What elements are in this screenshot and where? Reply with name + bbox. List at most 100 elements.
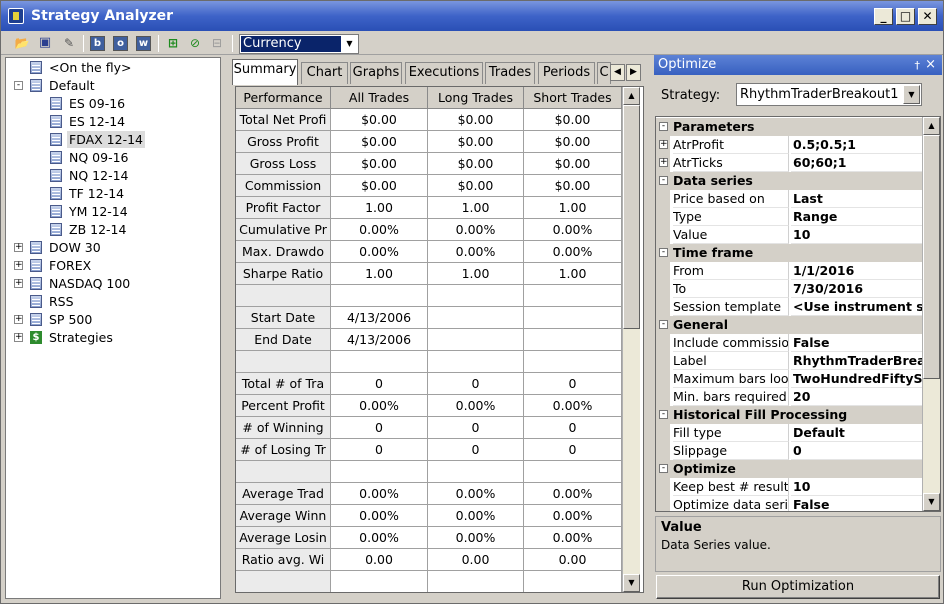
property-row[interactable]: + AtrTicks 60;60;1 <box>656 154 922 172</box>
property-value[interactable]: Last <box>791 190 922 208</box>
scroll-down-icon[interactable]: ▼ <box>923 493 940 511</box>
property-category[interactable]: - Data series <box>656 172 922 190</box>
tree-item[interactable]: + $ Strategies <box>6 329 218 346</box>
tree-item[interactable]: ZB 12-14 <box>6 221 218 238</box>
property-value[interactable]: 1/1/2016 <box>791 262 922 280</box>
currency-dropdown[interactable]: Currency ▼ <box>239 34 359 54</box>
scroll-thumb[interactable] <box>623 105 640 329</box>
property-row[interactable]: From 1/1/2016 <box>656 262 922 280</box>
close-icon[interactable]: × <box>925 55 936 74</box>
property-value[interactable]: False <box>791 334 922 352</box>
scroll-up-icon[interactable]: ▲ <box>923 117 940 135</box>
property-value[interactable]: 7/30/2016 <box>791 280 922 298</box>
property-category[interactable]: - Parameters <box>656 118 922 136</box>
column-header[interactable]: Short Trades <box>524 87 622 108</box>
expander-icon[interactable]: + <box>659 158 668 167</box>
tab-scroll-left-icon[interactable]: ◀ <box>610 64 625 81</box>
expander-icon[interactable]: + <box>14 333 23 342</box>
property-value[interactable]: 20 <box>791 388 922 406</box>
property-row[interactable]: Fill type Default <box>656 424 922 442</box>
report-icon[interactable]: ✎ <box>60 34 78 52</box>
property-value[interactable]: Default <box>791 424 922 442</box>
property-value[interactable]: <Use instrument se <box>791 298 922 316</box>
property-row[interactable]: Label RhythmTraderBrea <box>656 352 922 370</box>
property-row[interactable]: Min. bars required 20 <box>656 388 922 406</box>
property-row[interactable]: Price based on Last <box>656 190 922 208</box>
property-value[interactable]: 10 <box>791 226 922 244</box>
tree-item[interactable]: FDAX 12-14 <box>6 131 218 148</box>
tree-item[interactable]: <On the fly> <box>6 59 218 76</box>
tab-executions[interactable]: Executions <box>405 62 483 84</box>
property-row[interactable]: To 7/30/2016 <box>656 280 922 298</box>
property-category[interactable]: - Historical Fill Processing <box>656 406 922 424</box>
tab-graphs[interactable]: Graphs <box>350 62 402 84</box>
property-value[interactable]: False <box>791 496 922 511</box>
tab-summary[interactable]: Summary <box>232 59 298 85</box>
run-optimization-button[interactable]: Run Optimization <box>656 575 940 599</box>
property-value[interactable]: 10 <box>791 478 922 496</box>
property-row[interactable]: + AtrProfit 0.5;0.5;1 <box>656 136 922 154</box>
open-icon[interactable]: 📂 <box>13 34 31 52</box>
expander-icon[interactable]: - <box>14 81 23 90</box>
property-value[interactable]: 0.5;0.5;1 <box>791 136 922 154</box>
expander-icon[interactable]: - <box>659 122 668 131</box>
property-category[interactable]: - Time frame <box>656 244 922 262</box>
tab-chart[interactable]: Chart <box>301 62 348 84</box>
expander-icon[interactable]: - <box>659 320 668 329</box>
expander-icon[interactable]: - <box>659 176 668 185</box>
property-scrollbar[interactable]: ▲ ▼ <box>922 117 940 511</box>
property-value[interactable]: 60;60;1 <box>791 154 922 172</box>
remove-icon[interactable]: ⊟ <box>208 34 226 52</box>
expander-icon[interactable]: + <box>14 261 23 270</box>
tree-item[interactable]: NQ 12-14 <box>6 167 218 184</box>
expander-icon[interactable]: + <box>14 243 23 252</box>
scroll-up-icon[interactable]: ▲ <box>623 87 640 105</box>
chevron-down-icon[interactable]: ▼ <box>342 36 357 52</box>
grid-scrollbar[interactable]: ▲ ▼ <box>622 87 640 592</box>
tree-item[interactable]: NQ 09-16 <box>6 149 218 166</box>
w-button[interactable]: w <box>136 36 151 51</box>
expander-icon[interactable]: - <box>659 248 668 257</box>
property-value[interactable]: RhythmTraderBrea <box>791 352 922 370</box>
property-row[interactable]: Slippage 0 <box>656 442 922 460</box>
tab-c[interactable]: C <box>597 62 611 84</box>
property-value[interactable]: 0 <box>791 442 922 460</box>
close-button[interactable]: ✕ <box>918 8 937 25</box>
expander-icon[interactable]: + <box>14 315 23 324</box>
scroll-down-icon[interactable]: ▼ <box>623 574 640 592</box>
property-row[interactable]: Optimize data seriesFalse <box>656 496 922 511</box>
o-button[interactable]: o <box>113 36 128 51</box>
tree-item[interactable]: ES 09-16 <box>6 95 218 112</box>
tree-item[interactable]: + FOREX <box>6 257 218 274</box>
b-button[interactable]: b <box>90 36 105 51</box>
property-category[interactable]: - General <box>656 316 922 334</box>
tab-trades[interactable]: Trades <box>485 62 535 84</box>
tree-item[interactable]: TF 12-14 <box>6 185 218 202</box>
column-header[interactable]: Performance <box>236 87 331 108</box>
expander-icon[interactable]: + <box>659 140 668 149</box>
property-category[interactable]: - Optimize <box>656 460 922 478</box>
instrument-tree[interactable]: <On the fly> - Default ES 09-16 ES 12-14 FDAX… <box>5 57 221 599</box>
property-value[interactable]: TwoHundredFiftyS <box>791 370 922 388</box>
property-row[interactable]: Type Range <box>656 208 922 226</box>
tree-item[interactable]: + DOW 30 <box>6 239 218 256</box>
scroll-thumb[interactable] <box>923 135 940 379</box>
chevron-down-icon[interactable]: ▼ <box>903 85 920 104</box>
property-value[interactable]: Range <box>791 208 922 226</box>
expander-icon[interactable]: - <box>659 464 668 473</box>
save-icon[interactable]: ▣ <box>36 34 54 52</box>
column-header[interactable]: All Trades <box>331 87 428 108</box>
tree-item[interactable]: + NASDAQ 100 <box>6 275 218 292</box>
minimize-button[interactable]: _ <box>874 8 893 25</box>
tab-periods[interactable]: Periods <box>538 62 595 84</box>
left-splitter[interactable] <box>223 57 229 599</box>
expander-icon[interactable]: - <box>659 410 668 419</box>
pin-icon[interactable]: † <box>915 56 921 75</box>
expander-icon[interactable]: + <box>14 279 23 288</box>
strategy-dropdown[interactable]: RhythmTraderBreakout1 ▼ <box>736 83 922 106</box>
property-row[interactable]: Session template <Use instrument se <box>656 298 922 316</box>
tree-item[interactable]: RSS <box>6 293 218 310</box>
property-row[interactable]: Keep best # results 10 <box>656 478 922 496</box>
tab-scroll-right-icon[interactable]: ▶ <box>626 64 641 81</box>
maximize-button[interactable]: □ <box>896 8 915 25</box>
